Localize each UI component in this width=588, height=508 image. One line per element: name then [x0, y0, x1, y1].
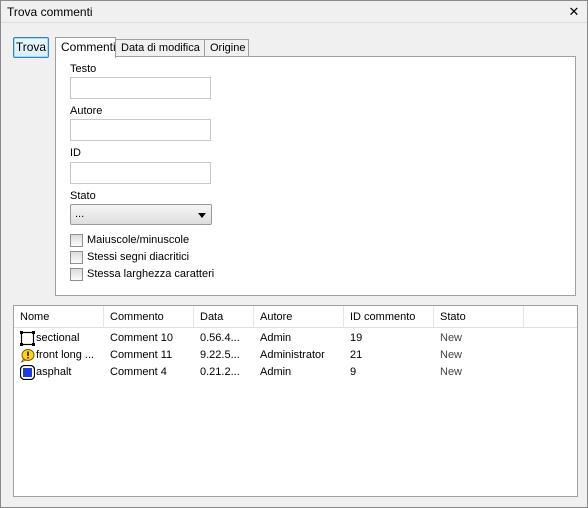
- column-header-comment-id[interactable]: ID commento: [344, 306, 434, 328]
- match-width-label: Stessa larghezza caratteri: [87, 268, 215, 280]
- row-status: New: [440, 332, 463, 344]
- match-case-checkbox[interactable]: [70, 234, 83, 247]
- match-diacritics-checkbox[interactable]: [70, 251, 83, 264]
- table-row[interactable]: sectional Comment 10 0.56.4... Admin 19 …: [14, 330, 577, 347]
- id-input[interactable]: [70, 162, 211, 184]
- blue-square-icon: [20, 365, 35, 380]
- tab-comments[interactable]: Commenti: [55, 37, 116, 58]
- film-frame-icon: [20, 331, 35, 346]
- tab-modified-date[interactable]: Data di modifica: [115, 39, 205, 57]
- warning-note-icon: [20, 349, 35, 363]
- row-date: 0.56.4...: [200, 332, 240, 344]
- status-dropdown-value: ...: [75, 208, 85, 220]
- tab-comments-label: Commenti: [61, 40, 116, 54]
- id-label: ID: [70, 147, 81, 159]
- close-icon[interactable]: ✕: [565, 3, 583, 21]
- match-diacritics-label: Stessi segni diacritici: [87, 251, 190, 263]
- chevron-down-icon: [198, 213, 206, 218]
- row-status: New: [440, 366, 463, 378]
- column-header-author[interactable]: Autore: [254, 306, 344, 328]
- table-row[interactable]: front long ... Comment 11 9.22.5... Admi…: [14, 347, 577, 364]
- tab-origin[interactable]: Origine: [204, 39, 249, 57]
- results-header: Nome Commento Data Autore ID commento St…: [14, 306, 577, 328]
- row-comment: Comment 4: [110, 366, 167, 378]
- window-title: Trova commenti: [7, 5, 93, 19]
- find-comments-window: Trova commenti ✕ Trova Commenti Data di …: [0, 0, 588, 508]
- comments-tab-panel: Testo Autore ID Stato ... Maiuscole/minu…: [55, 56, 576, 296]
- match-width-checkbox[interactable]: [70, 268, 83, 281]
- tab-origin-label: Origine: [210, 42, 246, 54]
- author-input[interactable]: [70, 119, 211, 141]
- text-label: Testo: [70, 63, 97, 75]
- row-author: Admin: [260, 332, 292, 344]
- column-header-name[interactable]: Nome: [14, 306, 104, 328]
- table-row[interactable]: asphalt Comment 4 0.21.2... Admin 9 New: [14, 364, 577, 381]
- row-name: front long ...: [36, 349, 95, 361]
- status-dropdown[interactable]: ...: [70, 204, 212, 225]
- author-label: Autore: [70, 105, 103, 117]
- column-header-date[interactable]: Data: [194, 306, 254, 328]
- row-name: sectional: [36, 332, 80, 344]
- row-comment: Comment 11: [110, 349, 173, 361]
- row-comment-id: 21: [350, 349, 363, 361]
- match-case-label: Maiuscole/minuscole: [87, 234, 190, 246]
- status-label: Stato: [70, 190, 96, 202]
- title-bar: Trova commenti ✕: [1, 1, 587, 23]
- row-status: New: [440, 349, 463, 361]
- row-comment-id: 19: [350, 332, 363, 344]
- find-button[interactable]: Trova: [13, 37, 49, 58]
- column-header-comment[interactable]: Commento: [104, 306, 194, 328]
- column-header-status[interactable]: Stato: [434, 306, 524, 328]
- row-date: 9.22.5...: [200, 349, 240, 361]
- row-name: asphalt: [36, 366, 72, 378]
- row-comment-id: 9: [350, 366, 357, 378]
- tab-modified-date-label: Data di modifica: [121, 42, 200, 54]
- row-comment: Comment 10: [110, 332, 173, 344]
- row-author: Administrator: [260, 349, 325, 361]
- row-author: Admin: [260, 366, 292, 378]
- text-input[interactable]: [70, 77, 211, 99]
- row-date: 0.21.2...: [200, 366, 240, 378]
- results-list[interactable]: Nome Commento Data Autore ID commento St…: [13, 305, 578, 497]
